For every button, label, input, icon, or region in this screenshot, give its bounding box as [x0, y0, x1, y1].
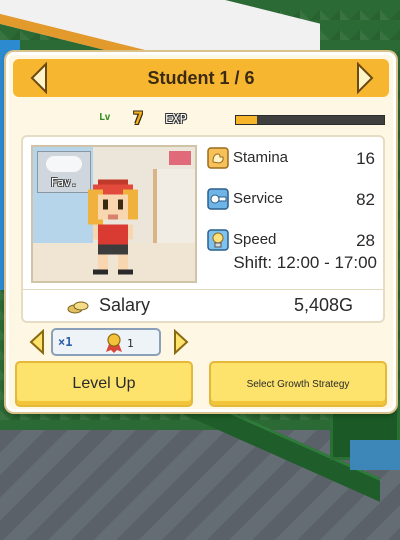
stat-value: 28: [356, 231, 375, 250]
stat-label: Stamina: [233, 149, 289, 166]
stat-row-speed: Speed 28: [205, 227, 381, 255]
salary-value: 5,408G: [293, 295, 353, 315]
lv-label: Lv: [99, 112, 111, 123]
level-value: 7: [133, 109, 144, 129]
exp-bar: [235, 115, 385, 125]
speed-icon: [207, 229, 229, 251]
stat-row-stamina: Stamina 16: [205, 145, 381, 173]
cloud-icon: [46, 156, 82, 172]
stat-row-service: Service 82: [205, 186, 381, 214]
coins-icon: [67, 301, 89, 314]
item-box[interactable]: ×1 1: [51, 328, 161, 356]
shift-hours: Shift: 12:00 - 17:00: [233, 253, 377, 272]
exp-label: EXP: [165, 112, 187, 126]
prev-staff-button[interactable]: [27, 61, 51, 95]
next-staff-button[interactable]: [353, 61, 377, 95]
page-title: Student 1 / 6: [147, 67, 255, 88]
stat-value: 82: [356, 190, 375, 209]
stat-label: Speed: [233, 231, 277, 248]
staff-info-panel: Student 1 / 6 Lv 7 EXP Fav. Stamina 16 S…: [6, 52, 396, 412]
student-character-sprite: [88, 179, 138, 275]
medal-icon: [106, 333, 122, 353]
item-multiplier: ×1: [58, 335, 73, 349]
title-bar: Student 1 / 6: [13, 59, 389, 97]
medal-count: 1: [127, 337, 134, 350]
level-up-button[interactable]: Level Up: [15, 361, 193, 407]
exp-bar-fill: [236, 116, 257, 124]
chevron-right-icon: [174, 329, 189, 355]
item-prev-button[interactable]: [25, 327, 49, 357]
chevron-right-icon: [357, 62, 374, 94]
item-selector: ×1 1: [25, 327, 195, 357]
fav-label: Fav.: [50, 176, 78, 189]
stat-label: Service: [233, 190, 284, 207]
item-next-button[interactable]: [169, 327, 193, 357]
info-box: Fav. Stamina 16 Service 82 Speed 28 Shif…: [21, 135, 385, 323]
service-icon: [207, 188, 229, 210]
chevron-left-icon: [29, 329, 44, 355]
character-portrait: Fav.: [31, 145, 197, 283]
level-row: Lv 7 EXP: [93, 109, 387, 129]
stamina-icon: [207, 147, 229, 169]
chevron-left-icon: [30, 62, 47, 94]
salary-label: Salary: [99, 295, 151, 315]
stat-value: 16: [356, 149, 375, 168]
salary-row: Salary 5,408G: [23, 289, 383, 321]
select-growth-strategy-button[interactable]: Select Growth Strategy: [209, 361, 387, 407]
water: [350, 440, 400, 470]
portrait-door: [153, 169, 195, 243]
portrait-sign: [169, 151, 191, 165]
